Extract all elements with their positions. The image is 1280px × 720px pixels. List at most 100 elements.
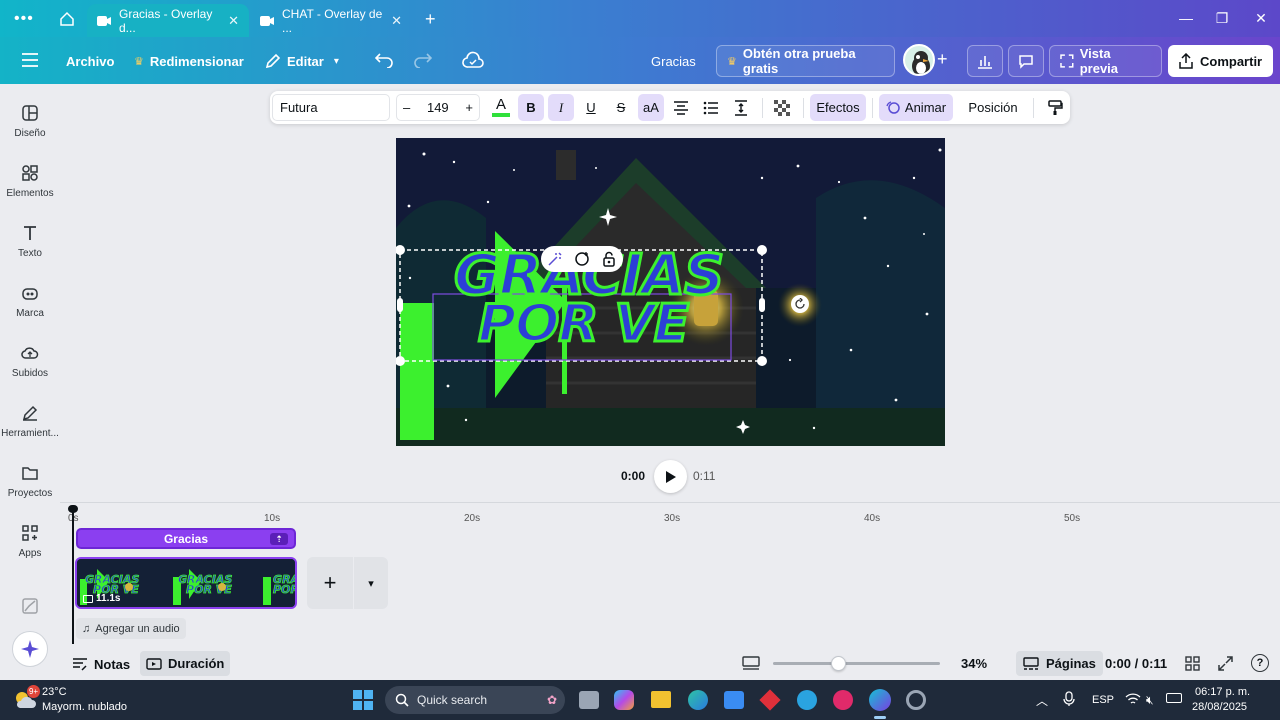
sidebar-item-elements[interactable]: Elementos [0, 164, 60, 199]
pages-button[interactable]: Páginas [1016, 651, 1103, 676]
file-explorer-icon[interactable] [651, 691, 671, 708]
sidebar-item-projects[interactable]: Proyectos [0, 464, 60, 499]
app-chrome-icon[interactable] [906, 690, 926, 710]
microphone-icon[interactable] [1063, 691, 1075, 707]
tab-chat[interactable]: CHAT - Overlay de ... ✕ [250, 4, 412, 37]
taskbar-search[interactable]: Quick search ✿ [385, 686, 565, 714]
transparency-button[interactable] [769, 94, 795, 121]
language-indicator[interactable]: ESP [1092, 694, 1114, 706]
edge-icon[interactable] [688, 690, 708, 710]
ai-assistant-button[interactable] [12, 631, 48, 667]
app-media-icon[interactable] [833, 690, 853, 710]
avatar[interactable] [903, 44, 935, 76]
start-button[interactable] [353, 690, 373, 710]
app-blue-icon[interactable] [797, 690, 817, 710]
lock-icon[interactable] [601, 251, 617, 267]
fit-view-icon[interactable] [742, 656, 760, 670]
app-red-icon[interactable] [759, 689, 781, 711]
trial-button[interactable]: ♛ Obtén otra prueba gratis [716, 45, 895, 77]
add-audio-button[interactable]: ♫ Agregar un audio [76, 618, 186, 639]
help-button[interactable]: ? [1251, 654, 1269, 672]
share-button[interactable]: Compartir [1168, 45, 1273, 77]
fullscreen-icon[interactable] [1218, 656, 1233, 671]
insights-button[interactable] [967, 45, 1003, 77]
sidebar-item-tools[interactable]: Herramient... [0, 404, 60, 439]
minimize-icon[interactable]: — [1175, 8, 1197, 28]
grid-view-icon[interactable] [1185, 656, 1200, 671]
font-family-select[interactable]: Futura [272, 94, 390, 121]
sidebar-item-brand[interactable]: Marca [0, 284, 60, 319]
notes-button[interactable]: Notas [72, 652, 130, 676]
canvas-heading-line2[interactable]: POR VE [476, 297, 690, 352]
playhead-knob[interactable] [68, 505, 78, 513]
increase-size-button[interactable]: + [465, 100, 473, 115]
file-menu-button[interactable]: Archivo [66, 45, 114, 77]
hamburger-menu-icon[interactable] [22, 53, 38, 67]
text-track[interactable]: Gracias ⇡ [76, 528, 296, 549]
zoom-slider-knob[interactable] [831, 656, 846, 671]
zoom-slider[interactable] [773, 656, 940, 671]
preview-button[interactable]: Vista previa [1049, 45, 1162, 77]
zoom-level[interactable]: 34% [961, 656, 987, 671]
design-canvas[interactable]: GRACIAS POR VE [396, 138, 945, 446]
comments-button[interactable] [1008, 45, 1044, 77]
sidebar-item-uploads[interactable]: Subidos [0, 344, 60, 379]
sidebar-item-design[interactable]: Diseño [0, 104, 60, 139]
new-tab-button[interactable]: + [425, 9, 436, 30]
share-label: Compartir [1200, 53, 1263, 69]
volume-icon[interactable]: 🔇︎ [1146, 693, 1154, 708]
playhead[interactable] [72, 507, 74, 644]
date[interactable]: 28/08/2025 [1192, 701, 1247, 713]
bold-button[interactable]: B [518, 94, 544, 121]
video-clip[interactable]: GRACIASPOR VE GRACIASPOR VE GRAPOR 11.1s [75, 557, 297, 609]
magic-edit-icon[interactable] [547, 251, 563, 267]
add-page-menu-button[interactable]: ▾ [354, 557, 388, 609]
close-window-icon[interactable]: ✕ [1250, 8, 1272, 28]
clock[interactable]: 06:17 p. m. [1195, 686, 1250, 698]
tray-chevron-icon[interactable]: ︿ [1036, 692, 1048, 709]
underline-button[interactable]: U [578, 94, 604, 121]
close-icon[interactable]: ✕ [391, 13, 402, 29]
edit-mode-button[interactable]: Editar ▾ [265, 45, 339, 77]
magic-image-icon[interactable] [21, 597, 39, 615]
redo-icon[interactable] [414, 52, 432, 68]
battery-icon[interactable] [1166, 693, 1182, 703]
store-icon[interactable] [724, 691, 744, 709]
spacing-button[interactable] [728, 94, 754, 121]
comment-add-icon[interactable] [574, 251, 590, 267]
task-view-icon[interactable] [579, 691, 599, 709]
decrease-size-button[interactable]: – [403, 100, 410, 115]
align-button[interactable] [668, 94, 694, 121]
add-page-button[interactable]: + [307, 557, 353, 609]
italic-button[interactable]: I [548, 94, 574, 121]
menu-dots-icon[interactable]: ••• [14, 10, 34, 28]
close-icon[interactable]: ✕ [228, 13, 239, 29]
cloud-saved-icon[interactable] [462, 51, 484, 69]
canva-app-icon[interactable] [869, 689, 891, 711]
undo-icon[interactable] [375, 52, 393, 68]
tab-gracias[interactable]: Gracias - Overlay d... ✕ [87, 4, 249, 37]
search-icon [395, 693, 409, 707]
text-color-button[interactable]: A [488, 94, 514, 121]
wifi-icon[interactable] [1125, 692, 1141, 706]
case-button[interactable]: aA [638, 94, 664, 121]
font-size-input[interactable]: 149 [427, 100, 449, 115]
sidebar-item-text[interactable]: Texto [0, 224, 60, 259]
document-title[interactable]: Gracias [651, 45, 696, 77]
add-collaborator-icon[interactable]: + [937, 49, 948, 70]
animate-button[interactable]: Animar [879, 94, 953, 121]
copy-style-button[interactable] [1042, 94, 1068, 121]
resize-button[interactable]: ♛ Redimensionar [134, 45, 244, 77]
sidebar-item-apps[interactable]: Apps [0, 524, 60, 559]
workspaces-icon[interactable] [58, 10, 76, 28]
play-button[interactable] [654, 460, 687, 493]
rotate-handle-icon[interactable] [791, 295, 809, 313]
timeline-ruler[interactable]: 0s 10s 20s 30s 40s 50s [60, 505, 1280, 525]
position-button[interactable]: Posición [961, 94, 1025, 121]
list-button[interactable] [698, 94, 724, 121]
strikethrough-button[interactable]: S [608, 94, 634, 121]
copilot-icon[interactable] [614, 690, 634, 710]
effects-button[interactable]: Efectos [810, 94, 866, 121]
restore-icon[interactable]: ❐ [1211, 8, 1233, 28]
duration-button[interactable]: Duración [140, 651, 231, 676]
